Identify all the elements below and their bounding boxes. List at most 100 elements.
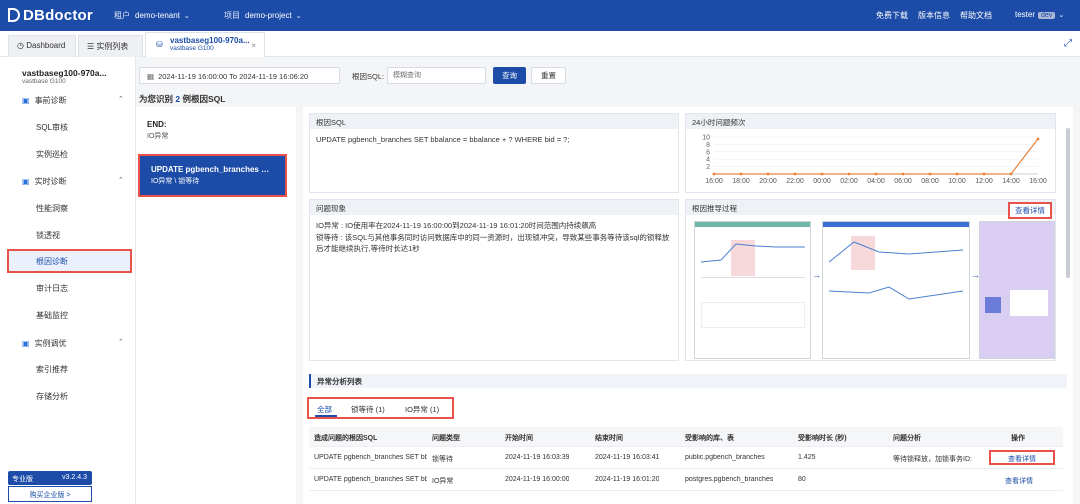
help-docs-link[interactable]: 帮助文档 xyxy=(960,10,992,21)
sidebar-item-storage[interactable]: 存储分析 xyxy=(36,391,68,402)
buy-enterprise-button[interactable]: 购买企业版 > xyxy=(8,486,92,502)
plan-badge: 专业版 v3.2.4.3 xyxy=(8,471,92,485)
symptom-io: IO异常 : IO使用率在2024-11-19 16:00:00到2024-11… xyxy=(316,221,597,230)
scrollbar[interactable] xyxy=(1066,128,1070,278)
view-detail-button[interactable]: 查看详情 xyxy=(989,450,1055,465)
x-tick-label: 22:00 xyxy=(786,178,804,185)
tab-lock-wait[interactable]: 锁等待 (1) xyxy=(351,404,385,415)
chevron-down-icon: ⌄ xyxy=(1058,12,1065,19)
data-point xyxy=(955,172,959,176)
cell-sql: UPDATE pgbench_branches SET bb xyxy=(314,454,427,461)
view-detail-link[interactable]: 查看详情 xyxy=(1005,476,1033,486)
fullscreen-icon[interactable]: ⤢ xyxy=(1064,38,1072,49)
data-point xyxy=(766,172,770,176)
x-tick-label: 00:00 xyxy=(813,178,831,185)
sidebar-group-tuning[interactable]: ▣ 实例调优 ⌃ xyxy=(22,338,124,349)
y-tick-label: 4 xyxy=(706,157,710,164)
x-tick-label: 06:00 xyxy=(894,178,912,185)
cell-analysis: 等待锁释放，加锁事务ID: xyxy=(893,456,972,463)
sidebar-group-pre-diagnosis[interactable]: ▣ 事前诊断 ⌃ xyxy=(22,95,124,106)
tab-dashboard[interactable]: ◷ Dashboard xyxy=(8,35,76,57)
column-header: 操作 xyxy=(1011,435,1025,442)
sidebar-group-realtime-diagnosis[interactable]: ▣ 实时诊断 ⌃ xyxy=(22,176,124,187)
instance-name: vastbaseg100-970a... xyxy=(22,68,107,78)
download-link[interactable]: 免费下载 xyxy=(876,10,908,21)
root-cause-tag: IO异常 xyxy=(147,133,169,140)
x-tick-label: 10:00 xyxy=(948,178,966,185)
project-selector[interactable]: 项目 demo-project ⌄ xyxy=(224,10,302,21)
view-detail-button[interactable]: 查看详情 xyxy=(1008,202,1052,219)
data-point xyxy=(1036,137,1040,141)
cell-type: 锁等待 xyxy=(432,456,453,463)
derivation-thumbnail-2[interactable] xyxy=(822,221,970,359)
table-row[interactable]: UPDATE pgbench_branches SET bb IO异常 2024… xyxy=(309,469,1063,491)
tab-bar: ◷ Dashboard ☰ 实例列表 ⛁ vastbaseg100-970a..… xyxy=(0,31,1080,57)
derivation-thumbnail-3[interactable] xyxy=(979,221,1055,359)
tenant-selector[interactable]: 租户 demo-tenant ⌄ xyxy=(114,10,190,21)
root-sql-panel: 根因SQL UPDATE pgbench_branches SET bbalan… xyxy=(309,113,679,193)
sidebar-item-performance[interactable]: 性能洞察 xyxy=(36,203,68,214)
active-tab-indicator xyxy=(315,415,337,417)
sidebar-item-sql-audit[interactable]: SQL审核 xyxy=(36,122,68,133)
anomaly-table: 造成问题的根因SQL 问题类型 开始时间 结束时间 受影响的库、表 受影响时长 … xyxy=(309,427,1063,491)
data-point xyxy=(901,172,905,176)
close-icon[interactable]: × xyxy=(251,41,256,50)
cell-start: 2024-11-19 16:03:39 xyxy=(505,454,570,461)
user-menu[interactable]: tester dev ⌄ xyxy=(1015,10,1064,19)
tab-instance-sub: vastbase G100 xyxy=(170,45,214,52)
cell-start: 2024-11-19 16:00:00 xyxy=(505,476,570,483)
derivation-thumbnail-1[interactable] xyxy=(694,221,811,359)
data-point xyxy=(712,172,716,176)
chevron-up-icon: ⌃ xyxy=(118,177,124,184)
frequency-title: 24小时问题频次 xyxy=(686,114,1055,129)
x-tick-label: 02:00 xyxy=(840,178,858,185)
x-tick-label: 14:00 xyxy=(1002,178,1020,185)
root-cause-item[interactable]: END: IO异常 xyxy=(136,111,296,150)
data-point xyxy=(820,172,824,176)
tab-instance-active[interactable]: ⛁ vastbaseg100-970a... vastbase G100 × xyxy=(145,32,265,57)
x-tick-label: 04:00 xyxy=(867,178,885,185)
cell-duration: 80 xyxy=(798,476,806,483)
tab-all[interactable]: 全部 xyxy=(317,404,332,415)
instance-type: vastbase G100 xyxy=(22,78,66,85)
logo-icon xyxy=(8,8,20,22)
dashboard-icon: ◷ xyxy=(17,41,24,50)
derivation-panel: 根因推导过程 查看详情 → → xyxy=(685,199,1056,361)
env-badge: dev xyxy=(1038,12,1056,19)
y-tick-label: 2 xyxy=(706,164,710,171)
query-button[interactable]: 查询 xyxy=(493,67,526,84)
identified-summary: 为您识别 2 例根因SQL xyxy=(139,94,226,104)
top-nav: DBdoctor 租户 demo-tenant ⌄ 项目 demo-project ⌄ … xyxy=(0,0,1080,31)
sidebar-item-lock-view[interactable]: 锁透视 xyxy=(36,230,60,241)
chevron-up-icon: ⌃ xyxy=(118,339,124,346)
version-info-link[interactable]: 版本信息 xyxy=(918,10,950,21)
x-tick-label: 16:00 xyxy=(1029,178,1047,185)
reset-button[interactable]: 重置 xyxy=(531,67,566,84)
sidebar-item-inspection[interactable]: 实例巡检 xyxy=(36,149,68,160)
sidebar-item-root-cause[interactable]: 根因诊断 xyxy=(7,249,132,273)
tab-io-anomaly[interactable]: IO异常 (1) xyxy=(405,404,439,415)
column-header: 开始时间 xyxy=(505,435,533,442)
cell-end: 2024-11-19 16:01:20 xyxy=(595,476,660,483)
brand-logo[interactable]: DBdoctor xyxy=(8,7,93,24)
data-point xyxy=(847,172,851,176)
table-row[interactable]: UPDATE pgbench_branches SET bb 锁等待 2024-… xyxy=(309,447,1063,469)
tab-instance-list[interactable]: ☰ 实例列表 xyxy=(78,35,143,57)
calendar-icon: ▦ xyxy=(147,72,155,81)
frequency-chart: 108642 16:00 18:00 20:00 22:00 00:00 02:00 04:0… xyxy=(702,135,1047,186)
table-header: 造成问题的根因SQL 问题类型 开始时间 结束时间 受影响的库、表 受影响时长 … xyxy=(309,427,1063,447)
date-range-picker[interactable]: ▦ 2024-11-19 16:00:00 To 2024-11-19 16:06… xyxy=(139,67,340,84)
sql-search-input[interactable] xyxy=(387,67,486,84)
root-sql-title: 根因SQL xyxy=(310,114,678,129)
sidebar-item-index-advice[interactable]: 索引推荐 xyxy=(36,364,68,375)
sidebar-item-basic-monitor[interactable]: 基础监控 xyxy=(36,310,68,321)
root-cause-tag: IO异常 \ 锁等待 xyxy=(151,178,200,185)
root-cause-title: UPDATE pgbench_branches SET b... xyxy=(151,165,274,174)
sidebar-item-audit-log[interactable]: 审计日志 xyxy=(36,283,68,294)
chevron-up-icon: ⌃ xyxy=(118,96,124,103)
sql-filter-label: 根因SQL: xyxy=(352,72,385,81)
tab-instance-title: vastbaseg100-970a... xyxy=(170,36,250,45)
column-header: 结束时间 xyxy=(595,435,623,442)
root-cause-item-selected[interactable]: UPDATE pgbench_branches SET b... IO异常 \ … xyxy=(138,154,287,197)
cell-end: 2024-11-19 16:03:41 xyxy=(595,454,660,461)
